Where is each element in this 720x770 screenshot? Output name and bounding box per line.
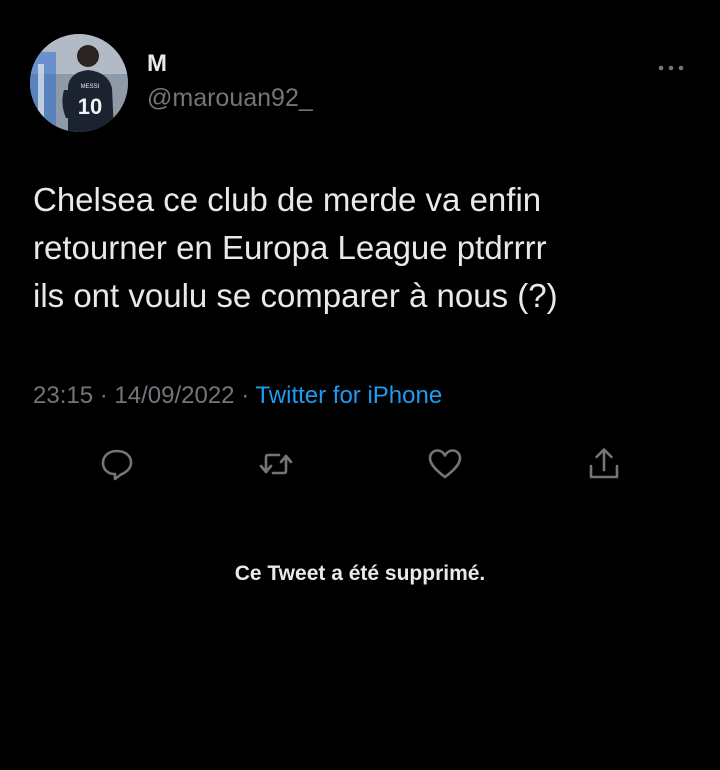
share-icon <box>589 448 619 479</box>
deleted-notice: Ce Tweet a été supprimé. <box>234 562 486 585</box>
tweet-time[interactable]: 23:15 <box>33 382 93 409</box>
meta-separator: · <box>99 382 108 409</box>
more-options-icon[interactable] <box>656 60 686 71</box>
action-bar <box>0 444 720 484</box>
tweet-meta: 23:15 · 14/09/2022 · Twitter for iPhone <box>33 382 442 410</box>
tweet-date[interactable]: 14/09/2022 <box>114 382 234 409</box>
svg-text:MESSI: MESSI <box>81 84 100 90</box>
tweet-card: 10 MESSI M @marouan92_ Chelsea ce club d… <box>0 0 720 770</box>
reply-icon <box>101 449 133 481</box>
player-avatar-icon: 10 MESSI <box>30 34 128 132</box>
tweet-line: Chelsea ce club de merde va enfin <box>33 181 542 218</box>
display-name[interactable]: M <box>147 50 168 78</box>
retweet-button[interactable] <box>256 444 296 484</box>
tweet-text: Chelsea ce club de merde va enfin retour… <box>33 176 693 320</box>
reply-button[interactable] <box>97 444 137 484</box>
like-button[interactable] <box>425 444 465 484</box>
share-button[interactable] <box>584 444 624 484</box>
meta-separator: · <box>241 382 250 409</box>
avatar[interactable]: 10 MESSI <box>30 34 128 132</box>
tweet-line: retourner en Europa League ptdrrrr <box>33 229 547 266</box>
handle[interactable]: @marouan92_ <box>147 84 313 113</box>
tweet-source-link[interactable]: Twitter for iPhone <box>255 382 442 409</box>
tweet-line: ils ont voulu se comparer à nous (?) <box>33 277 558 314</box>
retweet-icon <box>259 453 293 475</box>
svg-text:10: 10 <box>78 94 102 119</box>
heart-icon <box>428 449 462 479</box>
